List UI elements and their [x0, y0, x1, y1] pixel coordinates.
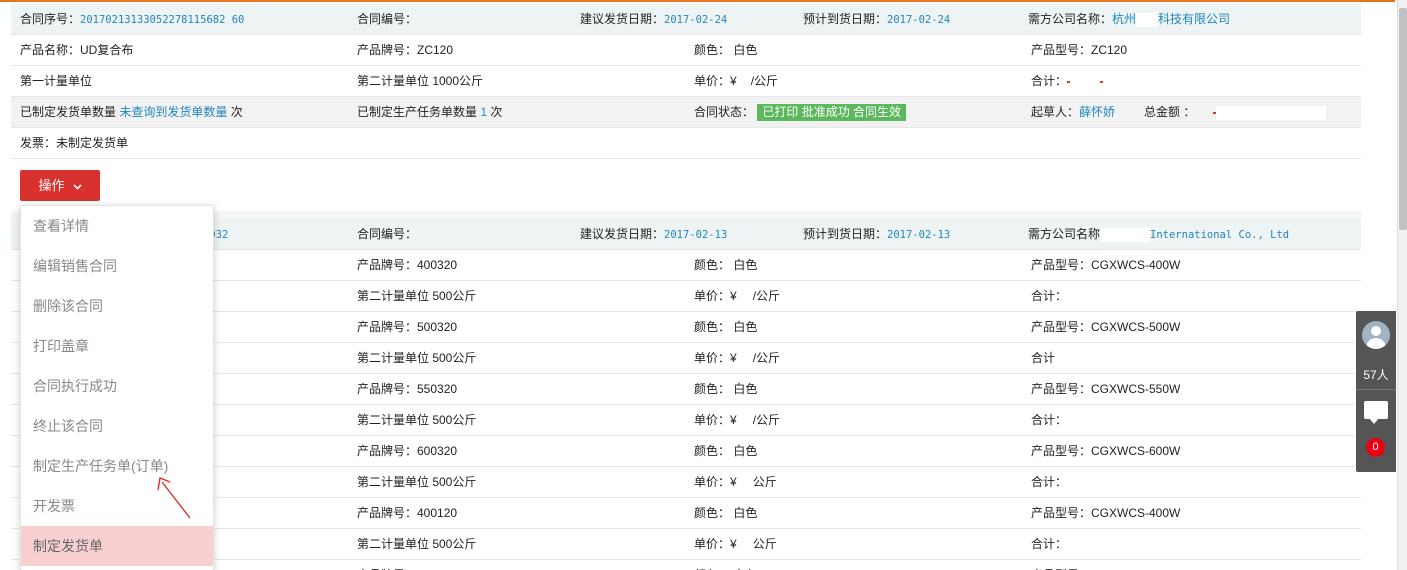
item-col-2: 产品牌号：550320 [357, 382, 458, 396]
item-col-3: 单价：¥/公斤 [694, 351, 781, 366]
unit-price: 单价：¥/公斤 [694, 74, 779, 89]
item-col-5: 合计 [1031, 343, 1090, 373]
first-unit: 第一计量单位 [20, 74, 93, 88]
item-col-3: 单价：¥/公斤 [694, 413, 781, 428]
item-col-5: 产品型号：CGXWCS-500W [1031, 320, 1181, 334]
item-col-2: 产品牌号：400320 [357, 258, 458, 272]
product-color: 颜色： 白色 [694, 43, 758, 57]
chat-bubble-icon[interactable] [1364, 401, 1388, 424]
item-col-5: 合计： [1031, 529, 1102, 559]
status-badge: 已打印 批准成功 合同生效 [757, 104, 907, 122]
item-col-3: 单价：¥/公斤 [694, 289, 781, 304]
second-unit: 第二计量单位 1000公斤 [357, 74, 484, 88]
drafter-link[interactable]: 薛怀娇 [1079, 105, 1115, 119]
contract-no: 合同编号： [357, 227, 418, 241]
invoice-row: 发票：未制定发货单 [11, 128, 1361, 159]
operations-button-label: 操作 [38, 178, 65, 193]
user-avatar-icon[interactable] [1362, 321, 1390, 349]
item-col-2: 产品牌号：400120 [357, 506, 458, 520]
item-col-2: 产品牌号：500120 [357, 560, 457, 570]
drafter: 起草人：薛怀娇 [1031, 105, 1116, 119]
product-name: 产品名称：UD复合布 [20, 43, 134, 57]
item-col-2: 第二计量单位 500公斤 [357, 475, 477, 489]
item-col-5: 产品型号：CGXWCS-550W [1031, 382, 1181, 396]
buyer-company: 需方公司名称：杭州 科技有限公司 [1028, 12, 1231, 27]
contract-status: 合同状态： 已打印 批准成功 合同生效 [694, 97, 907, 127]
item-col-5: 产品型号：CGXWCS-400W [1031, 258, 1181, 272]
menu-item-terminate-contract[interactable]: 终止该合同 [21, 406, 213, 446]
product-row: 产品名称：UD复合布 产品牌号：ZC120 颜色： 白色 产品型号：ZC120 [11, 35, 1361, 66]
item-col-5: 产品型号：CGXWCS-600W [1031, 444, 1181, 458]
total-amount: 总金额 ： [1144, 97, 1326, 127]
contract-list-page: 合同序号：20170213133052278115682 60 合同编号： 建议… [0, 0, 1397, 570]
buyer-company-link[interactable]: 杭州 科技有限公司 [1112, 12, 1230, 27]
contract-seq-link[interactable]: 20170213133052278115682 60 [80, 14, 244, 26]
menu-item-edit-contract[interactable]: 编辑销售合同 [21, 246, 213, 286]
item-col-3: 颜色： 白色 [694, 258, 758, 272]
menu-item-print-seal[interactable]: 打印盖章 [21, 326, 213, 366]
subtotal: 合计： [1031, 66, 1104, 96]
item-col-3: 颜色： 白色 [694, 560, 757, 570]
buyer-company-link[interactable]: International Co., Ltd [1150, 229, 1289, 241]
production-tasks-count: 已制定生产任务单数量 1 次 [357, 105, 503, 119]
item-col-5: 合计： [1031, 281, 1102, 311]
unit-row: 第一计量单位 第二计量单位 1000公斤 单价：¥/公斤 合计： [11, 66, 1361, 97]
menu-item-create-shipping-order[interactable]: 制定发货单 [21, 526, 213, 566]
invoice-status: 发票：未制定发货单 [20, 136, 129, 150]
expected-arrival-date: 预计到货日期：2017-02-13 [803, 227, 951, 241]
contract-header-row: 合同序号：20170213133052278115682 60 合同编号： 建议… [11, 4, 1361, 35]
shipping-orders-count: 已制定发货单数量 未查询到发货单数量 次 [20, 105, 243, 119]
action-row: 操作 [11, 159, 1361, 211]
contract-seq: 合同序号：20170213133052278115682 60 [20, 12, 245, 26]
item-col-5: 合计： [1031, 405, 1102, 435]
scrollbar-thumb[interactable] [1399, 8, 1407, 230]
item-col-3: 单价：¥ 公斤 [694, 537, 777, 552]
item-col-3: 单价：¥ 公斤 [694, 475, 777, 490]
item-col-2: 产品牌号：600320 [357, 444, 458, 458]
item-col-2: 第二计量单位 500公斤 [357, 537, 477, 551]
online-count: 57人 [1363, 368, 1389, 382]
item-col-5: 产品型号：CGXWCS-500W [1031, 560, 1180, 570]
item-col-3: 颜色： 白色 [694, 444, 758, 458]
item-col-2: 第二计量单位 500公斤 [357, 289, 477, 303]
annotation-arrow-icon [157, 477, 191, 519]
item-col-3: 颜色： 白色 [694, 506, 758, 520]
expected-arrival-date: 预计到货日期：2017-02-24 [803, 12, 951, 26]
item-col-3: 颜色： 白色 [694, 320, 758, 334]
item-col-3: 颜色： 白色 [694, 382, 758, 396]
item-col-2: 第二计量单位 500公斤 [357, 413, 477, 427]
shipping-orders-link[interactable]: 未查询到发货单数量 [119, 105, 227, 119]
product-brand: 产品牌号：ZC120 [357, 43, 454, 57]
item-col-2: 产品牌号：500320 [357, 320, 458, 334]
operations-dropdown-button[interactable]: 操作 [20, 170, 100, 201]
item-col-5: 合计： [1031, 467, 1102, 497]
contract-status-row: 已制定发货单数量 未查询到发货单数量 次 已制定生产任务单数量 1 次 合同状态… [11, 97, 1361, 128]
suggested-ship-date: 建议发货日期：2017-02-13 [580, 227, 728, 241]
product-model: 产品型号：ZC120 [1031, 43, 1128, 57]
menu-item-contract-success[interactable]: 合同执行成功 [21, 366, 213, 406]
menu-item-delete-contract[interactable]: 删除该合同 [21, 286, 213, 326]
buyer-company: 需方公司名称 International Co., Ltd [1028, 227, 1290, 242]
side-chat-widget: 57人 0 [1356, 311, 1396, 472]
item-col-5: 产品型号：CGXWCS-400W [1031, 506, 1181, 520]
menu-item-view-details[interactable]: 查看详情 [21, 206, 213, 246]
item-col-2: 第二计量单位 500公斤 [357, 351, 477, 365]
vertical-scrollbar[interactable] [1397, 0, 1407, 570]
suggested-ship-date: 建议发货日期：2017-02-24 [580, 12, 728, 26]
side-divider [1356, 389, 1396, 390]
chevron-down-icon [72, 172, 82, 203]
contract-no: 合同编号： [357, 12, 418, 26]
unread-badge: 0 [1366, 438, 1385, 457]
